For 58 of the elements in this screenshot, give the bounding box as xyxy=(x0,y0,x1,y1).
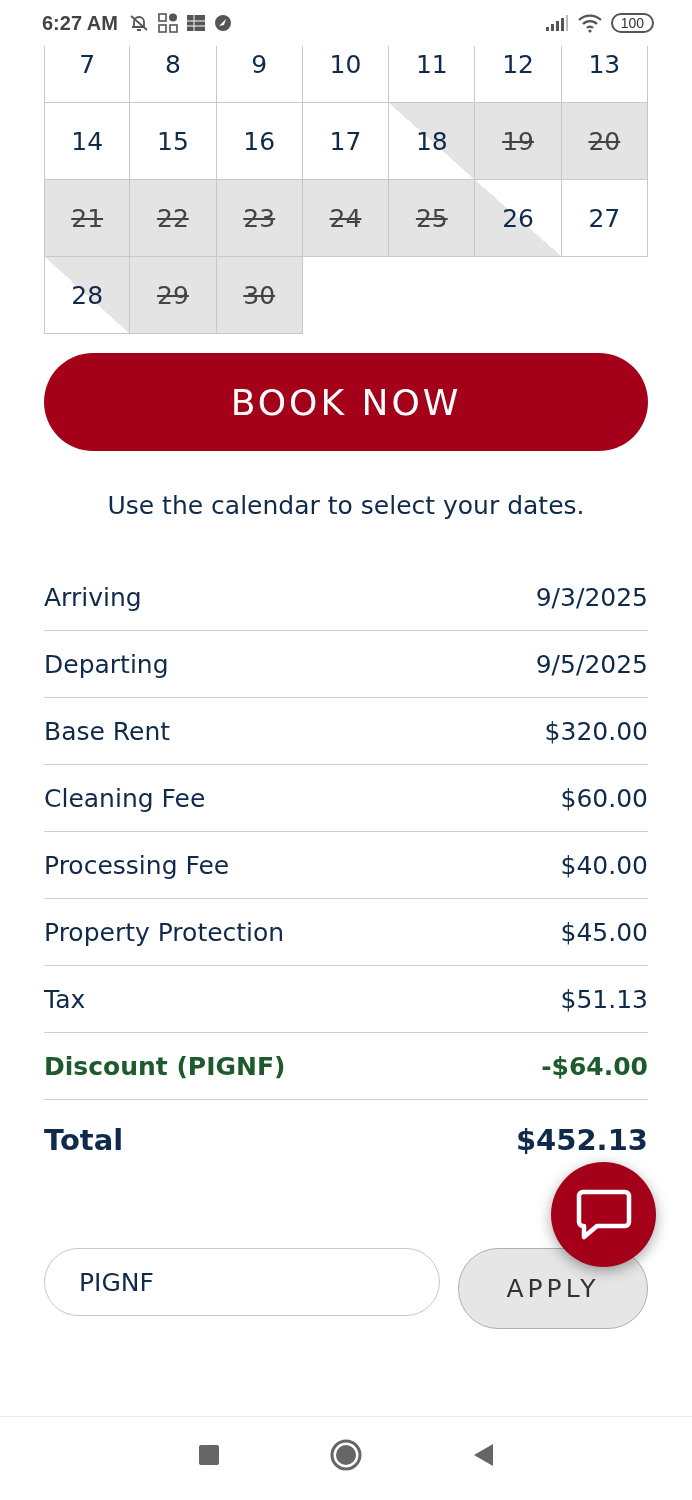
calendar-day[interactable]: 28 xyxy=(44,257,131,334)
calendar-day[interactable]: 22 xyxy=(130,180,217,257)
signal-icon xyxy=(544,14,569,32)
summary-value: $320.00 xyxy=(544,716,648,746)
summary-value: $452.13 xyxy=(515,1123,648,1157)
calendar-day[interactable]: 10 xyxy=(302,46,390,103)
apps-icon xyxy=(157,13,178,33)
calendar-day[interactable]: 9 xyxy=(216,46,303,103)
summary-value: 9/5/2025 xyxy=(535,649,648,679)
summary-label: Total xyxy=(44,1123,124,1157)
summary-label: Arriving xyxy=(44,582,142,612)
calendar-day[interactable]: 23 xyxy=(216,180,303,257)
summary-label: Base Rent xyxy=(44,716,171,746)
summary-value: -$64.00 xyxy=(541,1051,648,1081)
calendar-day[interactable]: 24 xyxy=(302,180,390,257)
summary-value: $60.00 xyxy=(560,783,648,813)
summary-label: Discount (PIGNF) xyxy=(44,1051,286,1081)
calendar-day[interactable]: 12 xyxy=(475,46,562,103)
summary-label: Cleaning Fee xyxy=(44,783,206,813)
calendar-day[interactable]: 25 xyxy=(389,180,476,257)
grid-icon xyxy=(185,13,206,33)
compass-icon xyxy=(213,14,232,32)
calendar-day[interactable]: 29 xyxy=(130,257,217,334)
calendar-day[interactable]: 14 xyxy=(44,103,131,180)
calendar-day[interactable]: 20 xyxy=(561,103,648,180)
wifi-icon xyxy=(576,13,603,33)
calendar-day[interactable]: 30 xyxy=(216,257,303,334)
home-icon[interactable] xyxy=(330,1438,362,1471)
summary-label: Property Protection xyxy=(44,917,285,947)
summary-label: Departing xyxy=(44,649,169,679)
summary-value: $40.00 xyxy=(560,850,648,880)
calendar-day[interactable]: 8 xyxy=(130,46,217,103)
recents-icon[interactable] xyxy=(198,1443,220,1466)
book-now-button[interactable]: BOOK NOW xyxy=(44,353,648,451)
battery-indicator: 100 xyxy=(610,13,654,33)
calendar-day[interactable]: 17 xyxy=(302,103,390,180)
calendar-day[interactable]: 15 xyxy=(130,103,217,180)
summary-value: 9/3/2025 xyxy=(535,582,648,612)
back-icon[interactable] xyxy=(472,1442,494,1467)
promo-code-field[interactable]: PIGNF xyxy=(44,1248,440,1316)
apply-button[interactable]: APPLY xyxy=(458,1248,648,1329)
calendar-day[interactable]: 27 xyxy=(561,180,648,257)
summary-label: Tax xyxy=(44,984,86,1014)
calendar-day[interactable]: 7 xyxy=(44,46,131,103)
chat-button[interactable] xyxy=(551,1162,656,1267)
calendar-day[interactable]: 13 xyxy=(561,46,648,103)
hint-text: Use the calendar to select your dates. xyxy=(106,491,586,520)
chat-icon xyxy=(574,1188,633,1241)
summary-value: $51.13 xyxy=(560,984,648,1014)
status-time: 6:27 AM xyxy=(42,11,118,35)
calendar-day[interactable]: 26 xyxy=(475,180,562,257)
summary-label: Processing Fee xyxy=(44,850,230,880)
calendar-day[interactable]: 16 xyxy=(216,103,303,180)
calendar-day[interactable]: 11 xyxy=(389,46,476,103)
summary-value: $45.00 xyxy=(560,917,648,947)
calendar-day[interactable]: 18 xyxy=(389,103,476,180)
calendar-day[interactable]: 19 xyxy=(475,103,562,180)
calendar-day[interactable]: 21 xyxy=(44,180,131,257)
